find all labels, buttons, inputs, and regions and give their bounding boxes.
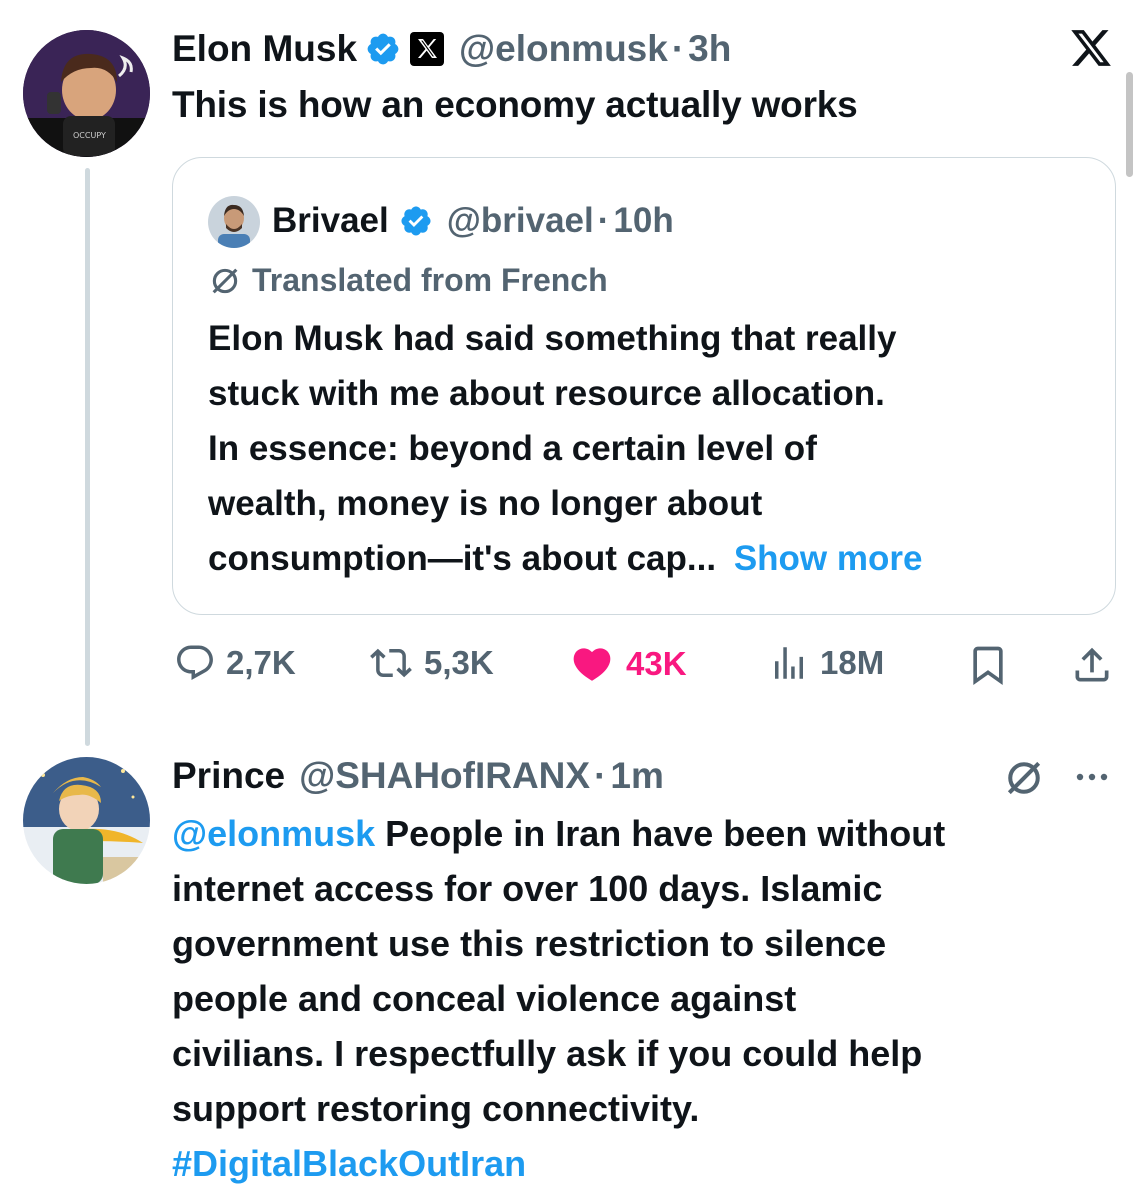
show-more-link[interactable]: Show more [734,539,923,578]
verified-badge-icon [365,31,401,67]
reply-time[interactable]: 1m [610,755,663,797]
retweet-icon [368,642,424,684]
tweet-text: This is how an economy actually works [172,84,858,125]
tweet-time[interactable]: 3h [688,28,731,70]
reply-line: internet access for over 100 days. Islam… [172,868,883,909]
svg-text:OCCUPY: OCCUPY [73,131,106,140]
translate-icon[interactable] [1002,756,1046,805]
bookmark-icon[interactable] [966,643,1010,692]
avatar-prince[interactable] [23,757,150,884]
reply-button[interactable]: 2,7K [174,642,296,684]
reply-body: @elonmusk People in Iran have been witho… [172,806,1112,1191]
quote-body: Elon Musk had said something that really… [208,311,1088,586]
translated-label[interactable]: Translated from French [208,262,608,299]
like-count: 43K [626,645,687,682]
hashtag-link[interactable]: #DigitalBlackOutIran [172,1136,1112,1191]
translate-icon [208,264,242,298]
heart-icon [568,642,626,686]
quote-line-last: consumption—it's about cap... Show more [208,531,1088,586]
reply-line: people and conceal violence against [172,978,797,1019]
retweet-button[interactable]: 5,3K [368,642,494,684]
like-button[interactable]: 43K [568,642,687,686]
retweet-count: 5,3K [424,644,494,681]
mention-link[interactable]: @elonmusk [172,813,375,854]
reply-author-name[interactable]: Prince [172,755,285,797]
quote-author-name[interactable]: Brivael [272,201,389,241]
reply-first-line: @elonmusk People in Iran have been witho… [172,806,1112,861]
views-button[interactable]: 18M [768,642,884,684]
quote-line: stuck with me about resource allocation. [208,374,885,413]
reply-icon [174,642,226,684]
reply-count: 2,7K [226,644,296,681]
reply-line: government use this restriction to silen… [172,923,887,964]
share-icon[interactable] [1070,643,1114,692]
author-name[interactable]: Elon Musk [172,28,357,70]
quote-line: wealth, money is no longer about [208,484,763,523]
quote-author-handle[interactable]: @brivael [447,201,594,241]
more-icon[interactable] [1072,762,1112,797]
dot-separator: · [671,28,685,69]
dot-separator: · [594,755,607,796]
avatar-brivael[interactable] [208,196,260,248]
quote-line: Elon Musk had said something that really [208,319,897,358]
reply-header: Prince @SHAHofIRANX · 1m [172,753,664,799]
quote-line: In essence: beyond a certain level of [208,429,817,468]
author-handle[interactable]: @elonmusk [459,28,668,70]
avatar-elon[interactable]: OCCUPY [23,30,150,157]
translated-text: Translated from French [252,262,608,298]
tweet-header: Elon Musk @elonmusk · 3h [172,26,731,72]
reply-line: People in Iran have been without [385,813,946,854]
thread-line [85,168,90,746]
dot-separator: · [597,201,610,240]
reply-line: support restoring connectivity. [172,1088,700,1129]
reply-line: civilians. I respectfully ask if you cou… [172,1033,923,1074]
quote-header: Brivael @brivael · 10h [272,199,674,243]
quote-line: consumption—it's about cap... [208,539,717,578]
x-logo-icon[interactable] [1068,26,1114,75]
quote-time[interactable]: 10h [613,201,673,241]
x-affiliate-badge-icon [409,31,445,67]
reply-author-handle[interactable]: @SHAHofIRANX [299,755,590,797]
scrollbar[interactable] [1126,72,1133,177]
views-icon [768,642,820,684]
views-count: 18M [820,644,885,681]
verified-badge-icon [399,204,433,238]
